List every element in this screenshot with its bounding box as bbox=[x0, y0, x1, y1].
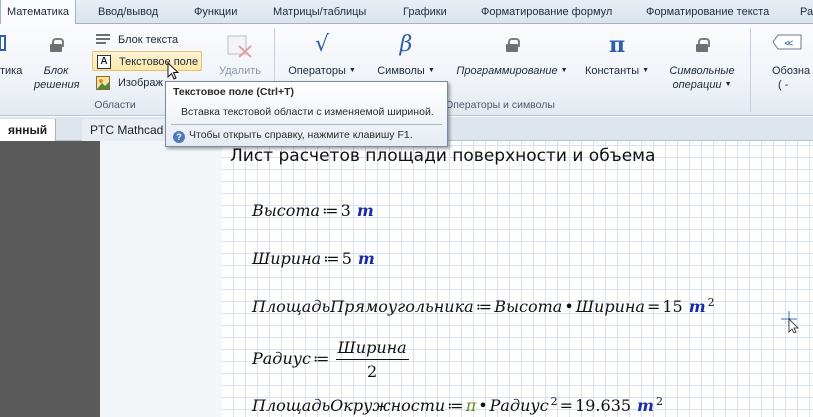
tooltip-description: Вставка текстовой области с изменяемой ш… bbox=[181, 106, 434, 118]
label-tag-icon: ≪ bbox=[772, 32, 813, 58]
chevron-down-icon: ▼ bbox=[642, 67, 650, 75]
tab-plots[interactable]: Графики bbox=[403, 0, 447, 24]
delete-region-icon bbox=[216, 32, 264, 58]
tab-functions[interactable]: Функции bbox=[194, 0, 237, 24]
tab-math-formatting[interactable]: Форматирование формул bbox=[481, 0, 612, 24]
chevron-down-icon: ▼ bbox=[427, 67, 435, 75]
text-block-icon bbox=[96, 33, 110, 47]
fraction: Ширина 2 bbox=[335, 338, 409, 381]
text-box-icon: A bbox=[97, 55, 111, 69]
regions-group-label: Области bbox=[94, 99, 136, 111]
tooltip: Текстовое поле (Ctrl+T) Вставка текстово… bbox=[165, 81, 448, 147]
group-divider bbox=[750, 28, 751, 112]
worksheet-tab-ptc-mathcad[interactable]: PTC Mathcad bbox=[82, 119, 173, 141]
math-region-icon bbox=[0, 32, 24, 58]
tab-text-formatting[interactable]: Форматирование текста bbox=[646, 0, 769, 24]
tooltip-title: Текстовое поле (Ctrl+T) bbox=[173, 86, 294, 98]
delete-button[interactable]: Удалить bbox=[216, 32, 264, 78]
math-region-rectangle-area[interactable]: ПлощадьПрямоугольника ≔ Высота • Ширина = 15 m 2 bbox=[252, 296, 715, 316]
lock-icon bbox=[452, 32, 572, 58]
crosshair-cursor-icon bbox=[781, 311, 803, 336]
navigator-pane bbox=[0, 141, 100, 417]
beta-icon: β bbox=[399, 32, 413, 57]
operators-button[interactable]: √ Операторы ▼ bbox=[286, 32, 358, 78]
math-region-radius[interactable]: Радиус ≔ Ширина 2 bbox=[252, 338, 409, 381]
tooltip-divider bbox=[171, 124, 442, 125]
math-region-height[interactable]: Высота ≔ 3 m bbox=[252, 201, 374, 220]
tab-matrices-tables[interactable]: Матрицы/таблицы bbox=[273, 0, 366, 24]
math-region-circle-area[interactable]: ПлощадьОкружности ≔ π • Радиус 2 = 19.635 m 2 bbox=[252, 395, 663, 415]
chevron-down-icon: ▼ bbox=[348, 67, 356, 75]
ribbon-tab-bar: Математика Ввод/вывод Функции Матрицы/та… bbox=[0, 0, 813, 25]
programming-button[interactable]: Программирование ▼ bbox=[452, 32, 572, 78]
help-icon: ? bbox=[173, 131, 185, 143]
text-block-button[interactable]: Блок текста bbox=[92, 30, 178, 50]
pi-icon: π bbox=[608, 32, 626, 58]
math-region-width[interactable]: Ширина ≔ 5 m bbox=[252, 249, 375, 268]
mouse-pointer-icon bbox=[167, 61, 181, 85]
symbolic-operations-button[interactable]: Символьные операции ▼ bbox=[662, 32, 742, 92]
labels-button[interactable]: ≪ Обозна ( - bbox=[772, 32, 813, 92]
math-region-button[interactable]: тика bbox=[0, 32, 24, 78]
tab-math[interactable]: Математика bbox=[0, 0, 76, 25]
chevron-down-icon: ▼ bbox=[560, 67, 568, 75]
chevron-down-icon: ▼ bbox=[724, 81, 732, 89]
lock-icon bbox=[662, 32, 742, 58]
worksheet-tab-active[interactable]: янный bbox=[0, 119, 57, 141]
image-icon bbox=[96, 76, 110, 90]
constants-button[interactable]: π Константы ▼ bbox=[580, 32, 654, 78]
solve-block-button[interactable]: Блок решения bbox=[34, 32, 80, 92]
symbols-button[interactable]: β Символы ▼ bbox=[372, 32, 440, 78]
tab-input-output[interactable]: Ввод/вывод bbox=[98, 0, 158, 24]
svg-text:≪: ≪ bbox=[784, 39, 793, 49]
worksheet-heading[interactable]: Лист расчетов площади поверхности и объе… bbox=[230, 146, 655, 166]
text-box-button[interactable]: A Текстовое поле bbox=[92, 51, 202, 71]
lock-icon bbox=[34, 32, 78, 58]
square-root-icon: √ bbox=[314, 32, 330, 57]
tooltip-help: ? Чтобы открыть справку, нажмите клавишу … bbox=[173, 129, 413, 143]
tab-overflow[interactable]: Ра bbox=[800, 0, 813, 24]
image-button[interactable]: Изображ bbox=[92, 73, 163, 93]
